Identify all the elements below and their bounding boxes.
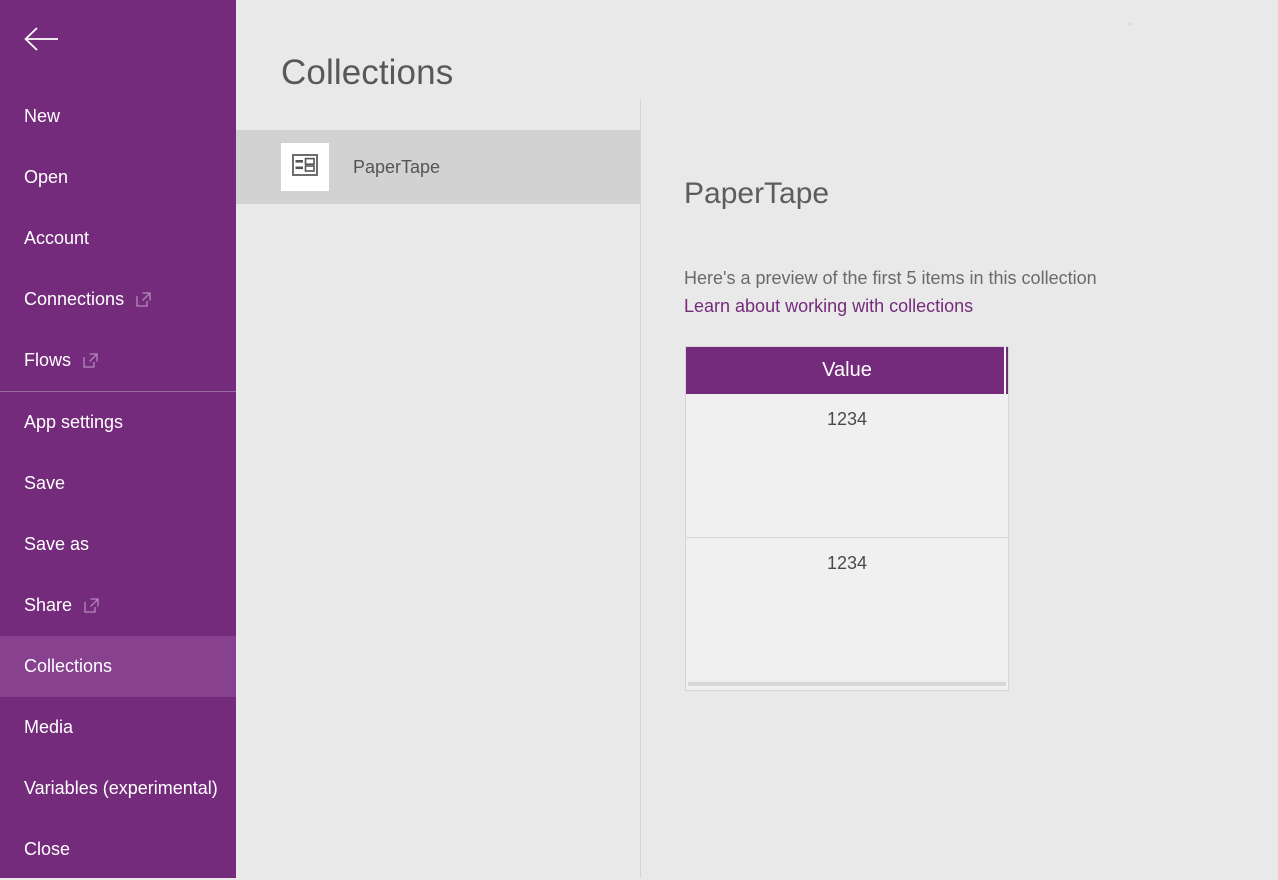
sidebar-item-open[interactable]: Open <box>0 147 236 208</box>
table-row[interactable]: 1234 <box>686 394 1008 537</box>
sidebar-item-new[interactable]: New <box>0 86 236 147</box>
sidebar-item-app-settings[interactable]: App settings <box>0 392 236 453</box>
collection-name: PaperTape <box>353 157 440 178</box>
table-cell-value: 1234 <box>686 553 1008 574</box>
collection-thumbnail <box>281 143 329 191</box>
sidebar-item-label: Save <box>24 473 65 494</box>
column-resize-handle[interactable] <box>1004 347 1006 394</box>
sidebar-item-connections[interactable]: Connections <box>0 269 236 330</box>
sidebar-item-label: Collections <box>24 656 112 677</box>
sidebar-item-collections[interactable]: Collections <box>0 636 236 697</box>
sidebar-item-label: Account <box>24 228 89 249</box>
table-horizontal-scrollbar[interactable] <box>686 680 1008 690</box>
sidebar-item-label: Flows <box>24 350 71 371</box>
sidebar-item-account[interactable]: Account <box>0 208 236 269</box>
external-link-icon <box>136 292 151 307</box>
sidebar-nav-list: New Open Account Connections Flows <box>0 86 236 880</box>
sidebar-item-label: Variables (experimental) <box>24 778 218 799</box>
navigation-sidebar: New Open Account Connections Flows <box>0 0 236 878</box>
sidebar-item-save[interactable]: Save <box>0 453 236 514</box>
back-button[interactable] <box>0 0 92 78</box>
sidebar-item-label: New <box>24 106 60 127</box>
sidebar-item-label: Close <box>24 839 70 860</box>
table-column-header-value: Value <box>822 359 872 382</box>
table-cell-value: 1234 <box>686 409 1008 430</box>
sidebar-item-flows[interactable]: Flows <box>0 330 236 391</box>
collection-preview-table: Value 1234 1234 <box>685 346 1009 691</box>
table-header-row: Value <box>686 347 1008 394</box>
page-title: Collections <box>281 53 453 93</box>
collection-preview-description: Here's a preview of the first 5 items in… <box>684 265 1244 291</box>
sidebar-item-label: Open <box>24 167 68 188</box>
sidebar-item-label: Save as <box>24 534 89 555</box>
panel-divider <box>640 100 641 878</box>
table-row[interactable]: 1234 <box>686 537 1008 680</box>
sidebar-item-label: App settings <box>24 412 123 433</box>
back-arrow-icon <box>22 26 60 52</box>
sidebar-item-media[interactable]: Media <box>0 697 236 758</box>
sidebar-item-label: Media <box>24 717 73 738</box>
sidebar-item-label: Share <box>24 595 72 616</box>
sidebar-item-close[interactable]: Close <box>0 819 236 880</box>
sidebar-item-label: Connections <box>24 289 124 310</box>
list-item[interactable]: PaperTape <box>236 130 640 204</box>
external-link-icon <box>83 353 98 368</box>
sidebar-item-save-as[interactable]: Save as <box>0 514 236 575</box>
learn-about-collections-link[interactable]: Learn about working with collections <box>684 293 973 319</box>
external-link-icon <box>84 598 99 613</box>
collection-detail-title: PaperTape <box>684 176 1244 212</box>
sidebar-item-variables[interactable]: Variables (experimental) <box>0 758 236 819</box>
sidebar-item-share[interactable]: Share <box>0 575 236 636</box>
corner-artifact-dot <box>1129 23 1131 25</box>
table-grid-icon <box>292 154 318 181</box>
collection-detail-panel: PaperTape Here's a preview of the first … <box>684 176 1244 319</box>
collection-list-panel: PaperTape <box>236 130 640 878</box>
scrollbar-thumb[interactable] <box>688 682 1006 686</box>
